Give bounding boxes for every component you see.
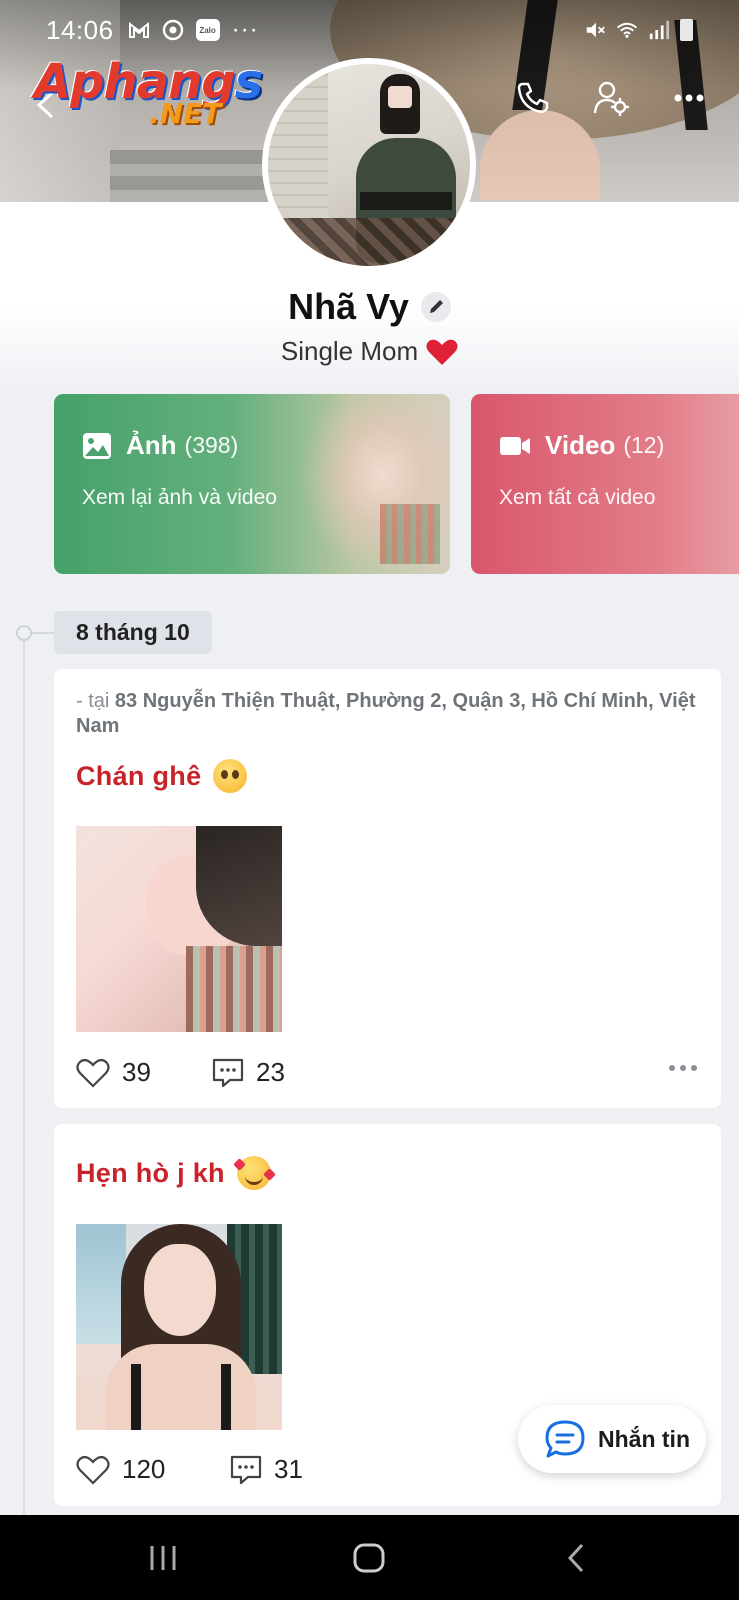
timeline-date: 8 tháng 10 bbox=[54, 611, 212, 654]
profile-bio-row: Single Mom bbox=[0, 336, 739, 367]
post-actions: 120 31 bbox=[76, 1454, 303, 1485]
profile-name-row: Nhã Vy bbox=[0, 286, 739, 328]
post-location-address[interactable]: 83 Nguyễn Thiện Thuật, Phường 2, Quận 3,… bbox=[76, 690, 696, 737]
photos-card-title-row: Ảnh (398) bbox=[82, 430, 238, 461]
timeline-line bbox=[23, 636, 25, 1516]
battery-icon bbox=[680, 19, 693, 41]
like-button[interactable]: 39 bbox=[76, 1057, 212, 1088]
mute-icon bbox=[584, 19, 606, 41]
like-count: 120 bbox=[122, 1454, 166, 1484]
videos-card[interactable]: Video (12) Xem tất cả video bbox=[471, 394, 739, 574]
zalo-icon: Zalo bbox=[195, 19, 220, 41]
post-card[interactable]: - tại 83 Nguyễn Thiện Thuật, Phường 2, Q… bbox=[54, 669, 721, 1108]
phone-icon bbox=[517, 82, 549, 114]
pencil-icon bbox=[429, 300, 443, 313]
post-status: Chán ghê bbox=[76, 759, 248, 793]
post-location-prefix: - tại bbox=[76, 690, 115, 712]
videos-card-subtitle: Xem tất cả video bbox=[499, 486, 656, 509]
post-photo[interactable] bbox=[76, 826, 282, 1032]
status-time: 14:06 bbox=[46, 14, 114, 45]
photos-card-thumbnail-pillow bbox=[380, 504, 440, 564]
post-status-text: Chán ghê bbox=[76, 760, 202, 791]
more-notifications-icon: ··· bbox=[231, 16, 259, 43]
user-settings-icon bbox=[593, 81, 629, 116]
messenger-icon bbox=[162, 19, 184, 41]
post-status-text: Hẹn hò j kh bbox=[76, 1157, 225, 1188]
photos-card-count: (398) bbox=[184, 432, 239, 458]
heart-icon bbox=[76, 1058, 110, 1088]
system-icons bbox=[584, 19, 693, 41]
home-icon bbox=[353, 1543, 385, 1572]
back-button[interactable] bbox=[546, 1528, 606, 1588]
heart-emoji-icon bbox=[426, 339, 458, 365]
comment-count: 31 bbox=[274, 1454, 303, 1484]
status-bar: 14:06 Zalo ··· bbox=[0, 0, 739, 60]
post-photo-face bbox=[144, 1244, 216, 1336]
watermark-logo: Aphangs .NET bbox=[34, 58, 263, 128]
post-status: Hẹn hò j kh bbox=[76, 1156, 276, 1190]
avatar-belt bbox=[360, 192, 452, 210]
timeline-connector bbox=[32, 632, 54, 634]
post-photo-window bbox=[76, 1224, 126, 1344]
edit-name-button[interactable] bbox=[420, 292, 451, 322]
heart-icon bbox=[76, 1455, 110, 1485]
watermark-text: s bbox=[234, 54, 264, 110]
system-navigation-bar bbox=[0, 1515, 739, 1600]
back-chevron-icon bbox=[567, 1543, 583, 1572]
post-photo[interactable] bbox=[76, 1224, 282, 1430]
photos-card-title: Ảnh bbox=[126, 430, 177, 460]
post-photo-pillow bbox=[186, 946, 282, 1032]
videos-card-title: Video bbox=[545, 430, 616, 460]
profile-settings-button[interactable] bbox=[591, 78, 631, 118]
header-actions bbox=[513, 78, 709, 118]
video-camera-icon bbox=[500, 436, 530, 455]
profile-bio: Single Mom bbox=[280, 336, 419, 366]
post-photo-straps bbox=[131, 1364, 231, 1430]
comment-count: 23 bbox=[256, 1057, 285, 1087]
post-location[interactable]: - tại 83 Nguyễn Thiện Thuật, Phường 2, Q… bbox=[76, 689, 696, 739]
send-message-label: Nhắn tin bbox=[598, 1425, 690, 1452]
comment-button[interactable]: 23 bbox=[212, 1057, 285, 1088]
like-button[interactable]: 120 bbox=[76, 1454, 230, 1485]
profile-name: Nhã Vy bbox=[288, 286, 409, 327]
image-icon bbox=[83, 432, 111, 459]
signal-icon bbox=[648, 19, 670, 41]
more-icon bbox=[674, 94, 704, 102]
post-actions: 39 23 bbox=[76, 1057, 285, 1088]
send-message-button[interactable]: Nhắn tin bbox=[518, 1405, 706, 1473]
post-more-button[interactable] bbox=[669, 1065, 697, 1071]
notification-icons: Zalo ··· bbox=[128, 16, 259, 43]
recent-apps-button[interactable] bbox=[133, 1528, 193, 1588]
avatar-image bbox=[268, 64, 470, 266]
home-button[interactable] bbox=[339, 1528, 399, 1588]
videos-card-title-row: Video (12) bbox=[499, 430, 664, 461]
gmail-icon bbox=[128, 19, 150, 41]
comment-icon bbox=[212, 1058, 244, 1087]
avatar-floor bbox=[268, 218, 470, 266]
call-button[interactable] bbox=[513, 78, 553, 118]
more-options-button[interactable] bbox=[669, 78, 709, 118]
smiling-face-with-hearts-emoji-icon bbox=[232, 1156, 276, 1190]
comment-icon bbox=[230, 1455, 262, 1484]
like-count: 39 bbox=[122, 1057, 151, 1087]
pleading-face-emoji-icon bbox=[213, 759, 248, 793]
comment-button[interactable]: 31 bbox=[230, 1454, 303, 1485]
recent-apps-icon bbox=[150, 1545, 176, 1570]
avatar[interactable] bbox=[262, 58, 476, 272]
chat-bubble-icon bbox=[545, 1420, 585, 1458]
timeline-dot bbox=[16, 625, 32, 641]
photos-card[interactable]: Ảnh (398) Xem lại ảnh và video bbox=[54, 394, 450, 574]
photos-card-subtitle: Xem lại ảnh và video bbox=[82, 486, 277, 509]
videos-card-count: (12) bbox=[623, 432, 665, 458]
avatar-face-blurred bbox=[388, 86, 412, 108]
wifi-icon bbox=[616, 19, 638, 41]
